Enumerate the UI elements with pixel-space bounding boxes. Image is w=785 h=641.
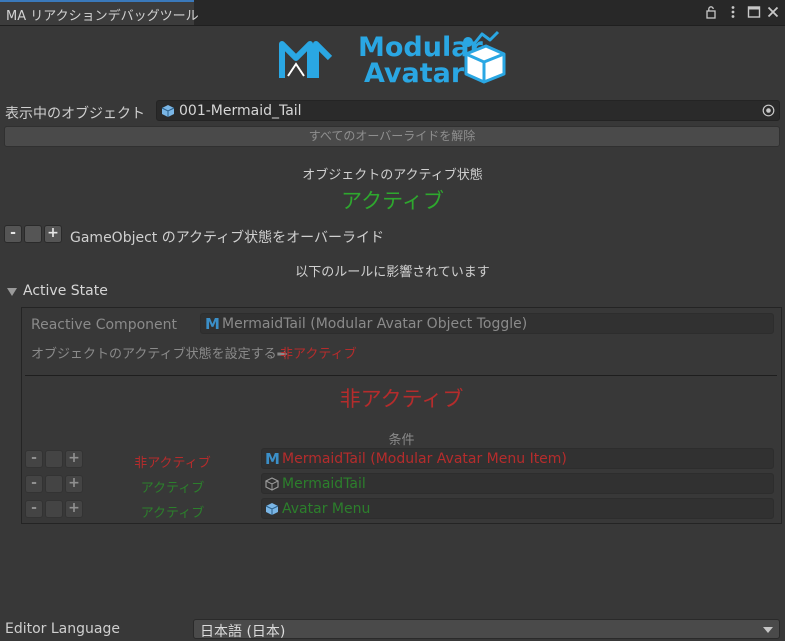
- conditions-label: 条件: [388, 433, 415, 448]
- clear-all-overrides-button[interactable]: すべてのオーバーライドを解除: [4, 126, 780, 147]
- active-state-foldout[interactable]: Active State: [0, 282, 785, 302]
- prefab-cube-icon: [265, 502, 279, 520]
- chevron-down-icon: [763, 627, 773, 633]
- condition-3-clear-button[interactable]: [45, 500, 63, 518]
- modular-avatar-m-icon: M: [205, 315, 220, 333]
- window-tab[interactable]: MA リアクションデバッグツール: [0, 0, 199, 25]
- reactive-component-label: Reactive Component: [31, 317, 177, 333]
- sets-active-state-value: 非アクティブ: [280, 347, 357, 362]
- condition-1-field[interactable]: M MermaidTail (Modular Avatar Menu Item): [261, 448, 774, 469]
- override-inactive-button[interactable]: -: [4, 225, 22, 243]
- condition-1-state: 非アクティブ: [134, 456, 211, 471]
- affected-by-rules-text: 以下のルールに影響されています: [295, 265, 490, 280]
- target-object-field[interactable]: 001-Mermaid_Tail: [156, 100, 780, 121]
- object-picker-icon[interactable]: [762, 104, 775, 117]
- condition-2-plus-button[interactable]: +: [65, 475, 83, 493]
- condition-1-clear-button[interactable]: [45, 450, 63, 468]
- window-tab-bar: MA リアクションデバッグツール: [0, 0, 785, 26]
- modular-avatar-m-icon: M: [265, 450, 280, 468]
- prefab-cube-icon: [161, 104, 175, 122]
- gameobject-cube-icon: [265, 477, 279, 495]
- condition-2-object: MermaidTail: [282, 476, 366, 492]
- rule-result-value: 非アクティブ: [339, 387, 464, 411]
- override-active-button[interactable]: +: [44, 225, 62, 243]
- close-icon[interactable]: [766, 5, 780, 19]
- editor-language-value: 日本語 (日本): [200, 624, 286, 640]
- logo-box-icon: [463, 30, 506, 84]
- maximize-icon[interactable]: [747, 5, 761, 19]
- condition-1-minus-button[interactable]: -: [25, 450, 43, 468]
- condition-3-field[interactable]: Avatar Menu: [261, 498, 774, 519]
- kebab-menu-icon[interactable]: [726, 5, 740, 19]
- condition-2-state: アクティブ: [140, 481, 205, 496]
- condition-3-plus-button[interactable]: +: [65, 500, 83, 518]
- editor-language-dropdown[interactable]: 日本語 (日本): [193, 619, 780, 640]
- sets-active-state-label: オブジェクトのアクティブ状態を設定する➡: [31, 347, 288, 362]
- lock-icon[interactable]: [704, 5, 718, 19]
- rule-separator: [25, 375, 777, 376]
- foldout-label: Active State: [23, 283, 108, 299]
- reactive-component-value: MermaidTail (Modular Avatar Object Toggl…: [222, 316, 528, 332]
- editor-language-label: Editor Language: [5, 621, 120, 637]
- condition-1-plus-button[interactable]: +: [65, 450, 83, 468]
- condition-2-minus-button[interactable]: -: [25, 475, 43, 493]
- condition-1-object: MermaidTail (Modular Avatar Menu Item): [282, 451, 567, 467]
- override-label: GameObject のアクティブ状態をオーバーライド: [70, 230, 385, 246]
- override-clear-button[interactable]: [24, 225, 42, 243]
- modular-avatar-logo: Modular Avatar: [278, 26, 506, 89]
- target-object-label: 表示中のオブジェクト: [5, 106, 145, 122]
- reactive-component-field[interactable]: M MermaidTail (Modular Avatar Object Tog…: [200, 313, 774, 334]
- foldout-triangle-icon: [7, 288, 17, 296]
- target-object-value: 001-Mermaid_Tail: [179, 103, 302, 119]
- condition-3-object: Avatar Menu: [282, 501, 371, 517]
- condition-2-field[interactable]: MermaidTail: [261, 473, 774, 494]
- active-state-heading: オブジェクトのアクティブ状態: [302, 168, 483, 183]
- condition-3-state: アクティブ: [140, 506, 205, 521]
- logo-line2: Avatar: [364, 58, 465, 86]
- window-tab-title: MA リアクションデバッグツール: [6, 9, 199, 24]
- active-state-value: アクティブ: [341, 189, 444, 213]
- condition-3-minus-button[interactable]: -: [25, 500, 43, 518]
- condition-2-clear-button[interactable]: [45, 475, 63, 493]
